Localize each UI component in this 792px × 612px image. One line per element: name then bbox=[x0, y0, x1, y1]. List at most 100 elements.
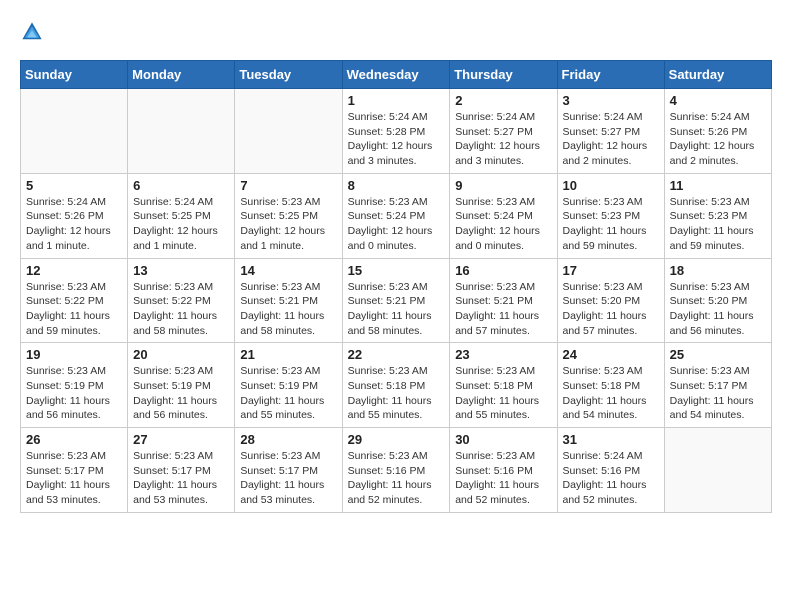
calendar-cell: 14 Sunrise: 5:23 AMSunset: 5:21 PMDayligh… bbox=[235, 258, 342, 343]
calendar-cell: 1 Sunrise: 5:24 AMSunset: 5:28 PMDaylight… bbox=[342, 89, 450, 174]
day-number: 11 bbox=[670, 178, 766, 193]
day-number: 25 bbox=[670, 347, 766, 362]
day-info: Sunrise: 5:23 AMSunset: 5:23 PMDaylight:… bbox=[563, 195, 659, 254]
day-number: 10 bbox=[563, 178, 659, 193]
weekday-header-sunday: Sunday bbox=[21, 61, 128, 89]
calendar-cell: 15Sunrise: 5:23 AMSunset: 5:21 PMDayligh… bbox=[342, 258, 450, 343]
day-number: 18 bbox=[670, 263, 766, 278]
day-number: 9 bbox=[455, 178, 551, 193]
day-number: 2 bbox=[455, 93, 551, 108]
day-number: 8 bbox=[348, 178, 445, 193]
calendar-cell: 3 Sunrise: 5:24 AMSunset: 5:27 PMDaylight… bbox=[557, 89, 664, 174]
day-number: 4 bbox=[670, 93, 766, 108]
calendar-cell: 2Sunrise: 5:24 AMSunset: 5:27 PMDaylight… bbox=[450, 89, 557, 174]
day-number: 3 bbox=[563, 93, 659, 108]
day-info: Sunrise: 5:23 AMSunset: 5:19 PMDaylight:… bbox=[240, 364, 336, 423]
day-info: Sunrise: 5:23 AMSunset: 5:20 PMDaylight:… bbox=[670, 280, 766, 339]
page-header bbox=[20, 20, 772, 44]
day-number: 1 bbox=[348, 93, 445, 108]
calendar-cell: 17 Sunrise: 5:23 AMSunset: 5:20 PMDayligh… bbox=[557, 258, 664, 343]
day-number: 6 bbox=[133, 178, 229, 193]
weekday-header-friday: Friday bbox=[557, 61, 664, 89]
calendar-cell bbox=[664, 428, 771, 513]
calendar-cell: 6 Sunrise: 5:24 AMSunset: 5:25 PMDaylight… bbox=[128, 173, 235, 258]
calendar-cell: 29 Sunrise: 5:23 AMSunset: 5:16 PMDayligh… bbox=[342, 428, 450, 513]
day-info: Sunrise: 5:23 AMSunset: 5:19 PMDaylight:… bbox=[133, 364, 229, 423]
calendar-week-row: 19 Sunrise: 5:23 AMSunset: 5:19 PMDayligh… bbox=[21, 343, 772, 428]
day-info: Sunrise: 5:24 AMSunset: 5:26 PMDaylight:… bbox=[26, 195, 122, 254]
day-number: 19 bbox=[26, 347, 122, 362]
day-info: Sunrise: 5:23 AMSunset: 5:16 PMDaylight:… bbox=[455, 449, 551, 508]
day-info: Sunrise: 5:23 AMSunset: 5:24 PMDaylight:… bbox=[348, 195, 445, 254]
day-number: 27 bbox=[133, 432, 229, 447]
day-number: 23 bbox=[455, 347, 551, 362]
calendar-cell: 22Sunrise: 5:23 AMSunset: 5:18 PMDayligh… bbox=[342, 343, 450, 428]
day-info: Sunrise: 5:23 AMSunset: 5:18 PMDaylight:… bbox=[455, 364, 551, 423]
logo-icon bbox=[20, 20, 44, 44]
calendar-cell: 31Sunrise: 5:24 AMSunset: 5:16 PMDayligh… bbox=[557, 428, 664, 513]
day-info: Sunrise: 5:23 AMSunset: 5:22 PMDaylight:… bbox=[26, 280, 122, 339]
weekday-header-saturday: Saturday bbox=[664, 61, 771, 89]
calendar-week-row: 12 Sunrise: 5:23 AMSunset: 5:22 PMDayligh… bbox=[21, 258, 772, 343]
day-info: Sunrise: 5:23 AMSunset: 5:21 PMDaylight:… bbox=[348, 280, 445, 339]
calendar-cell: 16Sunrise: 5:23 AMSunset: 5:21 PMDayligh… bbox=[450, 258, 557, 343]
weekday-header-monday: Monday bbox=[128, 61, 235, 89]
day-number: 12 bbox=[26, 263, 122, 278]
day-info: Sunrise: 5:23 AMSunset: 5:21 PMDaylight:… bbox=[240, 280, 336, 339]
day-number: 7 bbox=[240, 178, 336, 193]
calendar-cell: 4 Sunrise: 5:24 AMSunset: 5:26 PMDaylight… bbox=[664, 89, 771, 174]
day-number: 26 bbox=[26, 432, 122, 447]
day-number: 14 bbox=[240, 263, 336, 278]
day-number: 28 bbox=[240, 432, 336, 447]
calendar-cell: 24 Sunrise: 5:23 AMSunset: 5:18 PMDayligh… bbox=[557, 343, 664, 428]
calendar-cell: 8 Sunrise: 5:23 AMSunset: 5:24 PMDaylight… bbox=[342, 173, 450, 258]
calendar-cell: 27 Sunrise: 5:23 AMSunset: 5:17 PMDayligh… bbox=[128, 428, 235, 513]
calendar-cell: 30 Sunrise: 5:23 AMSunset: 5:16 PMDayligh… bbox=[450, 428, 557, 513]
day-number: 30 bbox=[455, 432, 551, 447]
day-info: Sunrise: 5:23 AMSunset: 5:17 PMDaylight:… bbox=[240, 449, 336, 508]
day-info: Sunrise: 5:23 AMSunset: 5:18 PMDaylight:… bbox=[563, 364, 659, 423]
calendar-cell: 5Sunrise: 5:24 AMSunset: 5:26 PMDaylight… bbox=[21, 173, 128, 258]
calendar-table: SundayMondayTuesdayWednesdayThursdayFrid… bbox=[20, 60, 772, 513]
day-info: Sunrise: 5:24 AMSunset: 5:28 PMDaylight:… bbox=[348, 110, 445, 169]
day-number: 24 bbox=[563, 347, 659, 362]
calendar-cell: 13Sunrise: 5:23 AMSunset: 5:22 PMDayligh… bbox=[128, 258, 235, 343]
day-number: 21 bbox=[240, 347, 336, 362]
day-info: Sunrise: 5:23 AMSunset: 5:17 PMDaylight:… bbox=[26, 449, 122, 508]
calendar-cell: 11 Sunrise: 5:23 AMSunset: 5:23 PMDayligh… bbox=[664, 173, 771, 258]
day-info: Sunrise: 5:23 AMSunset: 5:25 PMDaylight:… bbox=[240, 195, 336, 254]
day-info: Sunrise: 5:23 AMSunset: 5:20 PMDaylight:… bbox=[563, 280, 659, 339]
day-info: Sunrise: 5:23 AMSunset: 5:21 PMDaylight:… bbox=[455, 280, 551, 339]
day-info: Sunrise: 5:23 AMSunset: 5:17 PMDaylight:… bbox=[670, 364, 766, 423]
weekday-header-row: SundayMondayTuesdayWednesdayThursdayFrid… bbox=[21, 61, 772, 89]
calendar-cell bbox=[128, 89, 235, 174]
calendar-cell: 12 Sunrise: 5:23 AMSunset: 5:22 PMDayligh… bbox=[21, 258, 128, 343]
day-info: Sunrise: 5:24 AMSunset: 5:27 PMDaylight:… bbox=[563, 110, 659, 169]
calendar-cell: 19 Sunrise: 5:23 AMSunset: 5:19 PMDayligh… bbox=[21, 343, 128, 428]
calendar-cell: 21 Sunrise: 5:23 AMSunset: 5:19 PMDayligh… bbox=[235, 343, 342, 428]
day-info: Sunrise: 5:23 AMSunset: 5:24 PMDaylight:… bbox=[455, 195, 551, 254]
calendar-week-row: 26 Sunrise: 5:23 AMSunset: 5:17 PMDayligh… bbox=[21, 428, 772, 513]
calendar-cell: 28 Sunrise: 5:23 AMSunset: 5:17 PMDayligh… bbox=[235, 428, 342, 513]
day-info: Sunrise: 5:23 AMSunset: 5:16 PMDaylight:… bbox=[348, 449, 445, 508]
weekday-header-tuesday: Tuesday bbox=[235, 61, 342, 89]
day-info: Sunrise: 5:24 AMSunset: 5:26 PMDaylight:… bbox=[670, 110, 766, 169]
day-info: Sunrise: 5:23 AMSunset: 5:23 PMDaylight:… bbox=[670, 195, 766, 254]
day-info: Sunrise: 5:23 AMSunset: 5:17 PMDaylight:… bbox=[133, 449, 229, 508]
calendar-cell: 25 Sunrise: 5:23 AMSunset: 5:17 PMDayligh… bbox=[664, 343, 771, 428]
calendar-cell: 10 Sunrise: 5:23 AMSunset: 5:23 PMDayligh… bbox=[557, 173, 664, 258]
day-info: Sunrise: 5:23 AMSunset: 5:22 PMDaylight:… bbox=[133, 280, 229, 339]
calendar-cell: 23 Sunrise: 5:23 AMSunset: 5:18 PMDayligh… bbox=[450, 343, 557, 428]
logo bbox=[20, 20, 48, 44]
day-info: Sunrise: 5:24 AMSunset: 5:25 PMDaylight:… bbox=[133, 195, 229, 254]
day-info: Sunrise: 5:23 AMSunset: 5:19 PMDaylight:… bbox=[26, 364, 122, 423]
calendar-week-row: 5Sunrise: 5:24 AMSunset: 5:26 PMDaylight… bbox=[21, 173, 772, 258]
day-number: 17 bbox=[563, 263, 659, 278]
day-number: 29 bbox=[348, 432, 445, 447]
day-info: Sunrise: 5:24 AMSunset: 5:16 PMDaylight:… bbox=[563, 449, 659, 508]
day-number: 20 bbox=[133, 347, 229, 362]
weekday-header-wednesday: Wednesday bbox=[342, 61, 450, 89]
calendar-cell: 9 Sunrise: 5:23 AMSunset: 5:24 PMDaylight… bbox=[450, 173, 557, 258]
calendar-cell: 20 Sunrise: 5:23 AMSunset: 5:19 PMDayligh… bbox=[128, 343, 235, 428]
calendar-cell bbox=[235, 89, 342, 174]
